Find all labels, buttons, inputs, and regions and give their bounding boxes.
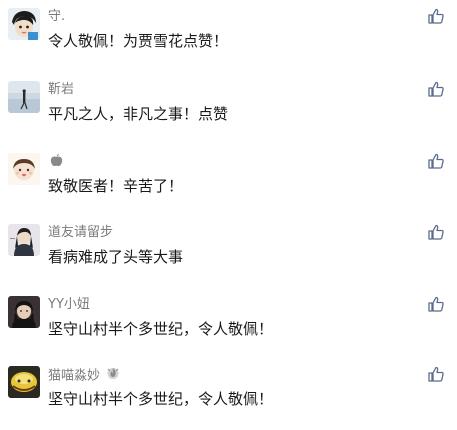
comment-text: 坚守山村半个多世纪，令人敬佩！ bbox=[48, 390, 274, 408]
comment-item: 致敬医者！辛苦了！ bbox=[0, 145, 457, 217]
username[interactable]: 靳岩 bbox=[48, 81, 74, 99]
username[interactable]: YY小妞 bbox=[48, 296, 90, 314]
comment-text: 致敬医者！辛苦了！ bbox=[48, 177, 184, 195]
username[interactable] bbox=[48, 153, 63, 173]
comment-item: 靳岩 平凡之人，非凡之事！点赞 bbox=[0, 73, 457, 145]
username[interactable]: 道友请留步 bbox=[48, 224, 113, 242]
comment-text: 看病难成了头等大事 bbox=[48, 248, 184, 266]
avatar[interactable] bbox=[8, 8, 40, 40]
comment-text: 坚守山村半个多世纪，令人敬佩！ bbox=[48, 320, 274, 338]
apple-icon bbox=[50, 153, 63, 173]
comment-item: 道友请留步 看病难成了头等大事 bbox=[0, 216, 457, 288]
avatar[interactable] bbox=[8, 366, 40, 398]
fire-badge-icon bbox=[106, 366, 120, 386]
comment-item: 猫喵淼妙 坚守山村半个多世纪，令人敬佩！ bbox=[0, 358, 457, 430]
thumbs-up-icon[interactable] bbox=[427, 80, 445, 98]
username[interactable]: 猫喵淼妙 bbox=[48, 366, 120, 386]
comment-list: 守. 令人敬佩！为贾雪花点赞！ 靳岩 平凡之人，非凡之事！点赞 致敬医者！辛苦了… bbox=[0, 0, 457, 430]
thumbs-up-icon[interactable] bbox=[427, 295, 445, 313]
username-text: 猫喵淼妙 bbox=[48, 368, 101, 384]
comment-item: YY小妞 坚守山村半个多世纪，令人敬佩！ bbox=[0, 288, 457, 360]
comment-item: 守. 令人敬佩！为贾雪花点赞！ bbox=[0, 0, 457, 72]
comment-text: 令人敬佩！为贾雪花点赞！ bbox=[48, 32, 229, 50]
comment-text: 平凡之人，非凡之事！点赞 bbox=[48, 105, 229, 123]
avatar[interactable] bbox=[8, 153, 40, 185]
thumbs-up-icon[interactable] bbox=[427, 152, 445, 170]
username[interactable]: 守. bbox=[48, 8, 65, 26]
thumbs-up-icon[interactable] bbox=[427, 7, 445, 25]
avatar[interactable] bbox=[8, 296, 40, 328]
thumbs-up-icon[interactable] bbox=[427, 223, 445, 241]
avatar[interactable] bbox=[8, 224, 40, 256]
thumbs-up-icon[interactable] bbox=[427, 365, 445, 383]
avatar[interactable] bbox=[8, 81, 40, 113]
